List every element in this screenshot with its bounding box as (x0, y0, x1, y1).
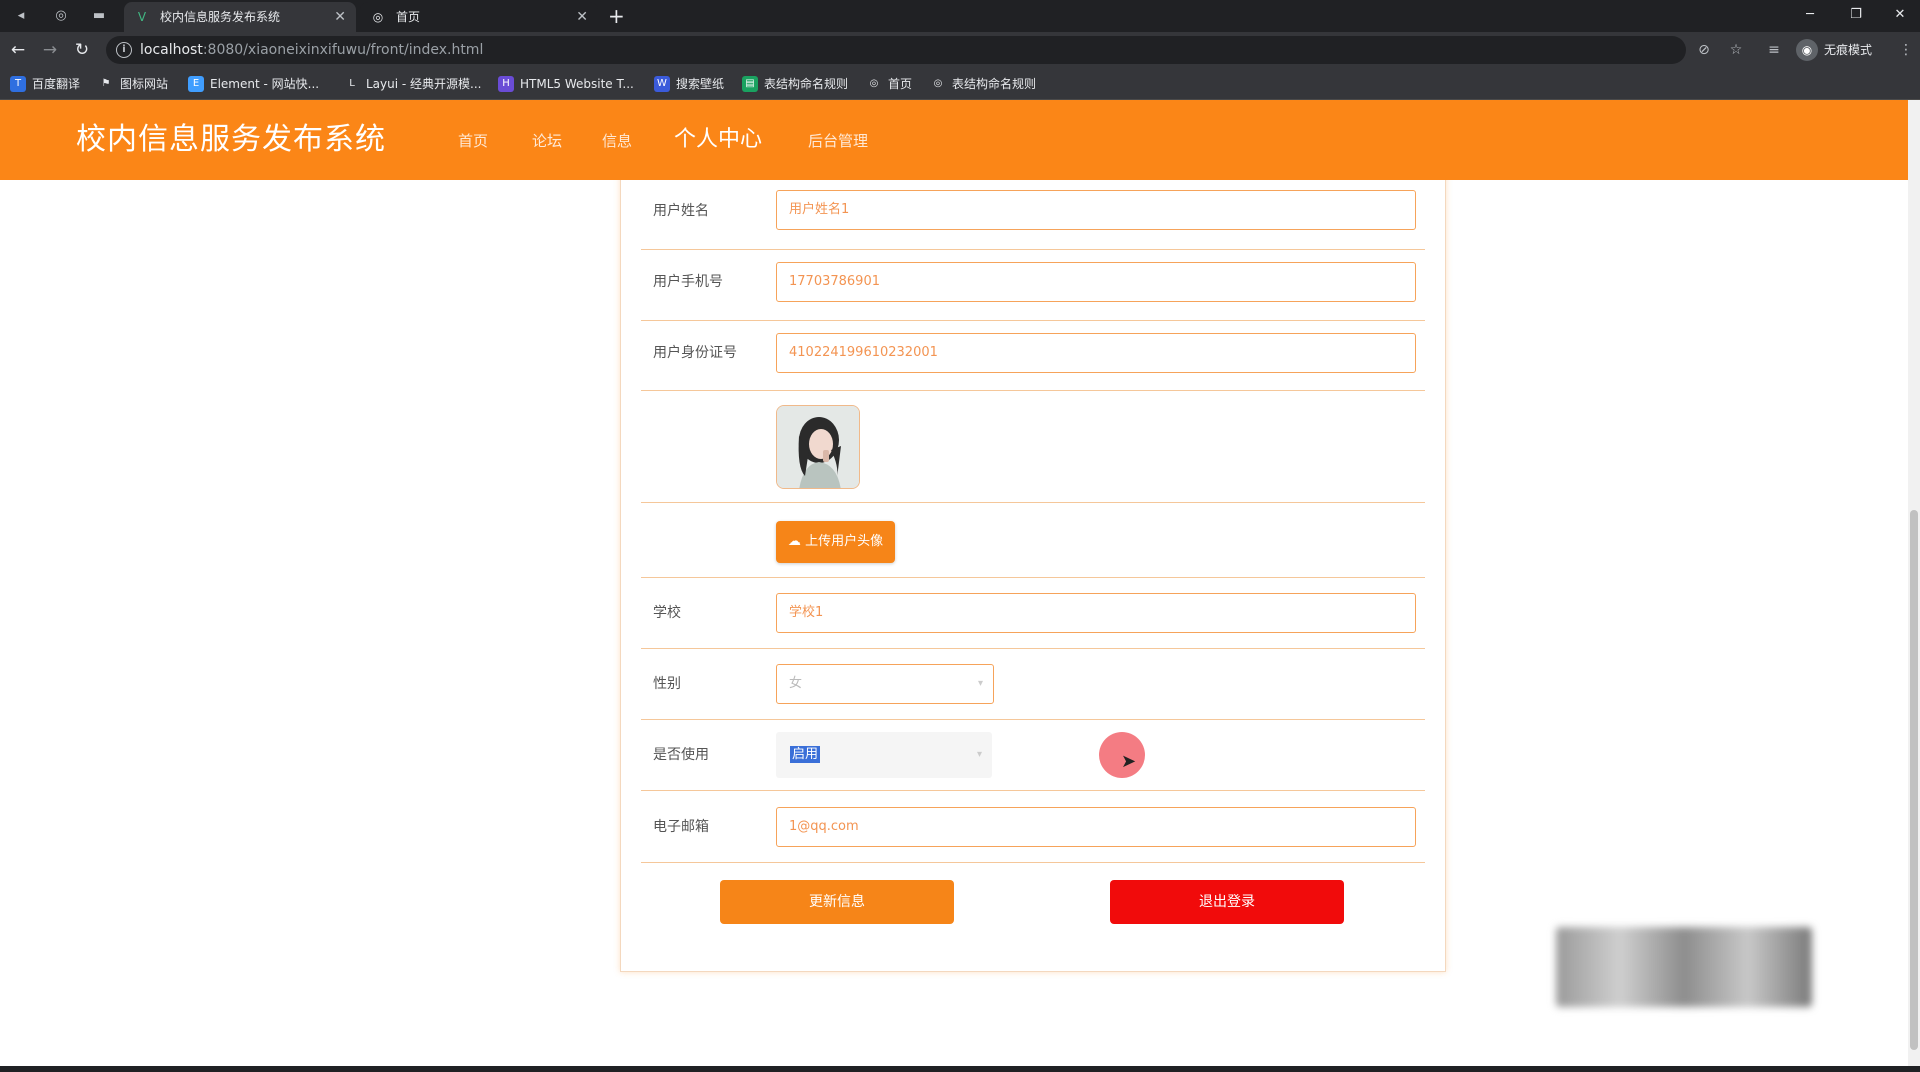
name-label: 用户姓名 (653, 203, 709, 219)
page-scrollbar[interactable] (1908, 100, 1920, 1066)
logout-button[interactable]: 退出登录 (1110, 880, 1344, 924)
new-tab-button[interactable]: + (608, 4, 625, 28)
globe-icon: ◎ (869, 78, 879, 89)
bookmark-item[interactable]: ⚑ 图标网站 (98, 75, 169, 93)
bookmark-item[interactable]: E Element - 网站快... (188, 75, 319, 93)
bookmark-item[interactable]: L Layui - 经典开源模... (344, 75, 481, 93)
vue-logo-icon: V (137, 10, 147, 24)
globe-icon[interactable]: ◎ (50, 5, 72, 27)
forward-arrow-icon[interactable]: → (38, 38, 62, 62)
bookmark-item[interactable]: ◎ 首页 (866, 75, 912, 93)
row-gender: 性别 女 ▾ (641, 649, 1425, 720)
tab-home[interactable]: ◎ 首页 ✕ (360, 2, 598, 32)
incognito-profile[interactable]: ◉ 无痕模式 (1796, 38, 1872, 62)
profile-label: 无痕模式 (1824, 43, 1873, 57)
globe-icon: ◎ (372, 10, 384, 24)
tab-search-icon[interactable]: ◂ (10, 5, 32, 27)
idcard-label: 用户身份证号 (653, 345, 737, 361)
sheet-icon: ▤ (742, 76, 758, 92)
window-icon[interactable]: ▬ (88, 5, 110, 27)
nav-home[interactable]: 首页 (458, 130, 488, 152)
browser-window: ◂ ◎ ▬ V 校内信息服务发布系统 ✕ ◎ 首页 ✕ + ─ ❐ ✕ ← → … (0, 0, 1920, 1072)
tab-strip: ◂ ◎ ▬ V 校内信息服务发布系统 ✕ ◎ 首页 ✕ + ─ ❐ ✕ (0, 0, 1920, 32)
element-logo-icon: E (188, 76, 204, 92)
row-status: 是否使用 启用 ▾ (641, 720, 1425, 791)
bookmark-item[interactable]: ▤ 表结构命名规则 (742, 75, 848, 93)
site-title: 校内信息服务发布系统 (76, 122, 386, 157)
upload-avatar-button[interactable]: ☁ 上传用户头像 (776, 521, 895, 563)
profile-card: 用户姓名 用户姓名1 用户手机号 17703786901 用户身份证号 4102… (620, 170, 1446, 972)
tab-title: 校内信息服务发布系统 (160, 10, 281, 24)
nav-profile[interactable]: 个人中心 (674, 125, 762, 155)
incognito-icon: ◉ (1796, 39, 1818, 61)
email-input[interactable]: 1@qq.com (776, 807, 1416, 847)
nav-info[interactable]: 信息 (602, 130, 632, 152)
url-text: localhost:8080/xiaoneixinxifuwu/front/in… (140, 42, 484, 58)
email-label: 电子邮箱 (653, 819, 709, 835)
close-window-icon[interactable]: ✕ (1880, 2, 1920, 28)
restore-icon[interactable]: ❐ (1836, 2, 1876, 28)
browser-toolbar: ← → ↻ i localhost:8080/xiaoneixinxifuwu/… (0, 32, 1920, 68)
globe-icon: ◎ (933, 78, 943, 89)
address-bar[interactable]: i localhost:8080/xiaoneixinxifuwu/front/… (106, 36, 1686, 64)
blurred-overlay (1556, 927, 1812, 1007)
name-input[interactable]: 用户姓名1 (776, 190, 1416, 230)
chevron-down-icon: ▾ (976, 749, 982, 760)
back-arrow-icon[interactable]: ← (6, 38, 30, 62)
scrollbar-thumb[interactable] (1910, 510, 1918, 1050)
minimize-icon[interactable]: ─ (1790, 2, 1830, 28)
school-input[interactable]: 学校1 (776, 593, 1416, 633)
user-avatar (776, 405, 860, 489)
menu-dots-icon[interactable]: ⋮ (1896, 40, 1916, 60)
gender-select[interactable]: 女 ▾ (776, 664, 994, 704)
bookmark-item[interactable]: W 搜索壁纸 (654, 75, 724, 93)
html5-logo-icon: H (498, 76, 514, 92)
update-info-button[interactable]: 更新信息 (720, 880, 954, 924)
row-school: 学校 学校1 (641, 578, 1425, 649)
bookmark-item[interactable]: H HTML5 Website T... (498, 75, 634, 93)
mouse-cursor-icon: ➤ (1121, 751, 1137, 772)
bookmark-item[interactable]: ◎ 表结构命名规则 (930, 75, 1036, 93)
phone-input[interactable]: 17703786901 (776, 262, 1416, 302)
eye-off-icon[interactable]: ⊘ (1694, 40, 1714, 60)
idcard-input[interactable]: 410224199610232001 (776, 333, 1416, 373)
row-upload: ☁ 上传用户头像 (641, 503, 1425, 578)
row-avatar (641, 391, 1425, 503)
flag-icon: ⚑ (101, 78, 111, 89)
site-header: 校内信息服务发布系统 首页 论坛 信息 个人中心 后台管理 (0, 100, 1908, 180)
page-viewport: 用户姓名 用户姓名1 用户手机号 17703786901 用户身份证号 4102… (0, 100, 1908, 1066)
chevron-down-icon: ▾ (977, 678, 983, 689)
close-icon[interactable]: ✕ (334, 2, 346, 32)
phone-label: 用户手机号 (653, 274, 723, 290)
nav-forum[interactable]: 论坛 (532, 130, 562, 152)
reading-list-icon[interactable]: ≡ (1764, 40, 1784, 60)
layui-logo-icon: L (349, 78, 355, 89)
star-icon[interactable]: ☆ (1726, 40, 1746, 60)
nav-admin[interactable]: 后台管理 (808, 130, 868, 152)
close-icon[interactable]: ✕ (576, 2, 588, 32)
row-phone: 用户手机号 17703786901 (641, 250, 1425, 321)
school-label: 学校 (653, 605, 681, 621)
bookmarks-bar: T 百度翻译 ⚑ 图标网站 E Element - 网站快... L Layui - 经… (0, 68, 1920, 100)
reload-icon[interactable]: ↻ (70, 38, 94, 62)
tab-title: 首页 (396, 10, 421, 24)
cloud-upload-icon: ☁ (787, 534, 801, 549)
bottom-edge (0, 1066, 1920, 1072)
gender-label: 性别 (653, 676, 681, 692)
translate-icon: T (10, 76, 26, 92)
bookmark-item[interactable]: T 百度翻译 (10, 75, 80, 93)
info-icon[interactable]: i (116, 42, 132, 58)
status-label: 是否使用 (653, 747, 709, 763)
row-idcard: 用户身份证号 410224199610232001 (641, 321, 1425, 391)
wallpaper-icon: W (654, 76, 670, 92)
row-email: 电子邮箱 1@qq.com (641, 791, 1425, 863)
status-select[interactable]: 启用 ▾ (776, 732, 992, 778)
tab-active[interactable]: V 校内信息服务发布系统 ✕ (124, 2, 356, 32)
row-name: 用户姓名 用户姓名1 (641, 170, 1425, 250)
